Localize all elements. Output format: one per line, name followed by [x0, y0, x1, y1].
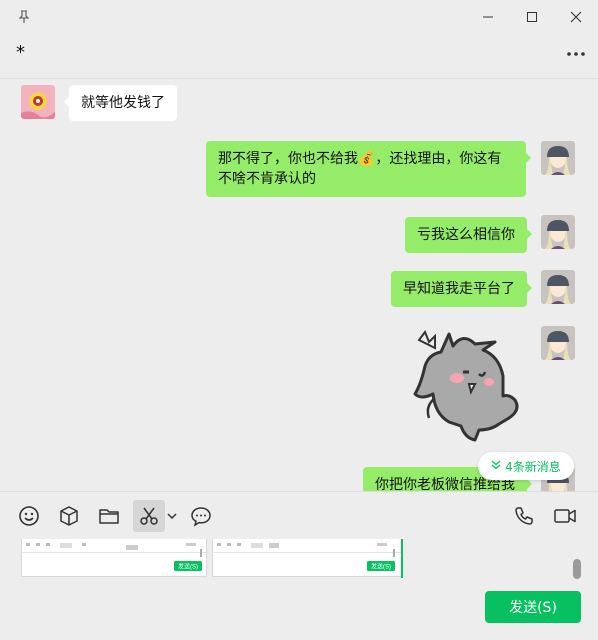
more-icon[interactable]	[566, 40, 586, 65]
message-bubble-incoming[interactable]: 就等他发钱了	[64, 85, 177, 121]
user-avatar[interactable]	[541, 141, 575, 175]
new-messages-label: 4条新消息	[505, 459, 561, 474]
double-chevron-down-icon	[491, 459, 501, 473]
screenshot-thumbnail[interactable]: 发送(S)	[21, 539, 207, 577]
user-avatar[interactable]	[541, 270, 575, 304]
rhino-sticker[interactable]	[405, 326, 525, 446]
send-button[interactable]: 发送(S)	[485, 591, 581, 623]
cube-icon[interactable]	[53, 500, 85, 532]
pin-icon[interactable]	[2, 0, 46, 34]
chat-header: *	[0, 34, 598, 79]
video-icon[interactable]	[549, 500, 581, 532]
chat-title: *	[16, 42, 25, 63]
close-icon[interactable]	[554, 0, 598, 34]
thumbnail-send-label: 发送(S)	[371, 563, 391, 571]
title-bar	[0, 0, 598, 34]
message-bubble-outgoing[interactable]: 早知道我走平台了	[391, 271, 532, 307]
message-bubble-outgoing[interactable]: 亏我这么相信你	[405, 217, 532, 253]
scissors-icon[interactable]	[133, 500, 165, 532]
minimize-icon[interactable]	[466, 0, 510, 34]
phone-icon[interactable]	[508, 500, 540, 532]
new-messages-button[interactable]: 4条新消息	[478, 452, 574, 480]
text-caret	[401, 539, 403, 578]
thumbnail-send-label: 发送(S)	[178, 563, 198, 571]
folder-icon[interactable]	[93, 500, 125, 532]
screenshot-thumbnail[interactable]: 发送(S)	[212, 539, 402, 577]
contact-avatar[interactable]	[21, 85, 55, 119]
user-avatar[interactable]	[541, 215, 575, 249]
maximize-icon[interactable]	[510, 0, 554, 34]
input-toolbar	[0, 491, 598, 539]
chevron-down-icon[interactable]	[163, 500, 181, 532]
emoji-icon[interactable]	[13, 500, 45, 532]
message-composer[interactable]: 发送(S) 发送(S) 发送(S)	[0, 539, 598, 640]
user-avatar[interactable]	[541, 326, 575, 360]
composer-scrollbar[interactable]	[573, 559, 581, 579]
message-bubble-outgoing[interactable]: 那不得了，你也不给我💰，还找理由，你这有不啥不肯承认的	[206, 141, 531, 197]
message-list[interactable]: 就等他发钱了 那不得了，你也不给我💰，还找理由，你这有不啥不肯承认的 亏我这么相…	[0, 79, 598, 491]
chat-bubble-icon[interactable]	[185, 500, 217, 532]
